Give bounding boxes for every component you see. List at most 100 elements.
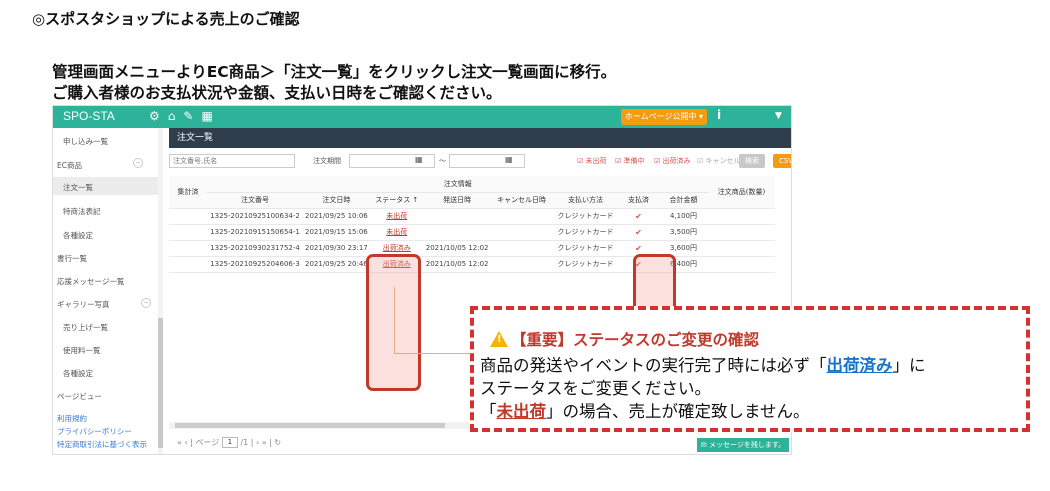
order-date-cell: 2021/09/30 23:17 <box>303 240 370 257</box>
collapse-icon[interactable]: − <box>133 158 143 168</box>
payment-method-cell: クレジットカード <box>552 208 619 225</box>
status-cell[interactable]: 未出荷 <box>369 208 424 225</box>
col-status[interactable]: ステータス ↑ <box>369 192 424 209</box>
callout-title-text: 【重要】ステータスのご変更の確認 <box>511 331 760 349</box>
status-link[interactable]: 出荷済み <box>383 244 411 252</box>
sidebar-item-sales[interactable]: 売り上げ一覧 <box>63 322 108 333</box>
col-order-no[interactable]: 注文番号 <box>207 192 303 209</box>
instruction-line-1: 管理画面メニューよりEC商品＞「注文一覧」をクリックし注文一覧画面に移行。 <box>52 63 617 81</box>
col-total[interactable]: 合計金額 <box>658 192 709 209</box>
filter-cancel-checkbox[interactable]: ☑ キャンセル <box>697 156 741 166</box>
payment-method-cell: クレジットカード <box>552 256 619 273</box>
total-cell: 4,100円 <box>658 208 709 225</box>
info-icon[interactable]: i <box>717 108 721 122</box>
status-cell[interactable]: 未出荷 <box>369 224 424 241</box>
cancel-date-cell <box>490 256 553 273</box>
sidebar-item-events[interactable]: 書行一覧 <box>57 253 87 264</box>
warning-icon: ! <box>490 331 508 347</box>
sidebar-item-ec-products[interactable]: EC商品 <box>57 160 82 171</box>
period-label: 注文期間 <box>313 157 341 165</box>
col-aggregated[interactable]: 集計済 <box>169 176 207 209</box>
dashboard-icon[interactable]: ⚙ <box>149 109 168 123</box>
callout-line-1: 商品の発送やイベントの実行完了時には必ず「出荷済み」に <box>480 352 926 376</box>
table-row[interactable]: 1325-20210915150654-1 2021/09/15 15:06 未… <box>169 224 775 241</box>
paid-cell: ✔ <box>618 224 659 241</box>
home-icon[interactable]: ⌂ <box>168 109 184 123</box>
col-order-date[interactable]: 注文日時 <box>303 192 370 209</box>
sidebar-item-order-list[interactable]: 注文一覧 <box>53 177 158 195</box>
sidebar-item-commerce-law[interactable]: 特商法表記 <box>63 206 101 217</box>
brand-logo[interactable]: SPO-STA <box>63 109 115 123</box>
top-bar: SPO-STA ⚙⌂✎▦ ホームページ公開中 ▾ i ▼ <box>53 106 791 128</box>
status-link[interactable]: 未出荷 <box>386 228 407 236</box>
sidebar-item-fees[interactable]: 使用料一覧 <box>63 345 101 356</box>
orders-table: 集計済 注文情報 注文商品(数量) 注文番号 注文日時 ステータス ↑ 発送日時… <box>169 176 775 273</box>
col-paid[interactable]: 支払済 <box>618 192 659 209</box>
link-commerce-notice[interactable]: 特定商取引法に基づく表示 <box>57 439 147 450</box>
aggregated-cell <box>169 256 207 273</box>
search-button[interactable]: 検索 <box>739 154 765 168</box>
instruction-line-2: ご購入者様のお支払状況や金額、支払い日時をご確認ください。 <box>52 84 502 102</box>
period-end-input[interactable] <box>449 154 525 168</box>
calendar-icon[interactable]: ▦ <box>505 155 513 164</box>
page-total: /1 <box>240 438 249 447</box>
next-page-button[interactable]: › » <box>256 438 267 447</box>
pagination: « ‹ | ページ 1 /1 | › » | ↻ <box>177 437 282 448</box>
sidebar-item-gallery[interactable]: ギャラリー写真 <box>57 299 110 310</box>
col-payment-method[interactable]: 支払い方法 <box>552 192 619 209</box>
check-icon: ✔ <box>635 227 642 237</box>
calendar-icon[interactable]: ▦ <box>415 155 423 164</box>
edit-icon[interactable]: ✎ <box>183 109 201 123</box>
filter-preparing-checkbox[interactable]: ☑ 準備中 <box>615 156 645 166</box>
paid-cell: ✔ <box>618 208 659 225</box>
page-label: ページ <box>195 438 220 447</box>
range-separator: ～ <box>439 157 446 165</box>
calendar-icon[interactable]: ▦ <box>201 109 220 123</box>
group-header-order-info: 注文情報 <box>207 176 709 193</box>
order-no-cell: 1325-20210925100634-2 <box>207 208 303 225</box>
collapse-icon[interactable]: − <box>141 298 151 308</box>
link-terms[interactable]: 利用規約 <box>57 413 87 424</box>
sidebar-item-settings-2[interactable]: 各種設定 <box>63 368 93 379</box>
filter-unshipped-checkbox[interactable]: ☑ 未出荷 <box>577 156 607 166</box>
link-privacy[interactable]: プライバシーポリシー <box>57 426 132 437</box>
cancel-date-cell <box>490 208 553 225</box>
order-search-input[interactable]: 注文番号,氏名 <box>169 154 295 168</box>
col-total-items[interactable]: 注文商品(数量) <box>708 176 775 209</box>
page-number-input[interactable]: 1 <box>221 437 238 448</box>
sidebar-item-messages[interactable]: 応援メッセージ一覧 <box>57 276 124 287</box>
table-row[interactable]: 1325-20210925100634-2 2021/09/25 10:06 未… <box>169 208 775 225</box>
publish-status-button[interactable]: ホームページ公開中 ▾ <box>621 109 707 125</box>
order-date-cell: 2021/09/25 20:46 <box>303 256 370 273</box>
refresh-icon[interactable]: ↻ <box>274 438 281 447</box>
unshipped-status-term: 未出荷 <box>496 402 547 421</box>
horizontal-scroll-thumb[interactable] <box>175 423 445 428</box>
csv-button[interactable]: CSV <box>773 154 791 168</box>
callout-text: 「 <box>480 402 497 421</box>
aggregated-cell <box>169 224 207 241</box>
callout-line-3: 「未出荷」の場合、売上が確定致しません。 <box>480 398 810 422</box>
callout-text: 商品の発送やイベントの実行完了時には必ず「 <box>480 356 827 375</box>
leave-message-button[interactable]: ✉ メッセージを残します。 <box>697 438 789 452</box>
status-link[interactable]: 未出荷 <box>386 212 407 220</box>
sidebar-item-applications[interactable]: 申し込み一覧 <box>63 136 108 147</box>
shipped-status-term: 出荷済み <box>826 356 893 375</box>
items-cell <box>708 224 775 241</box>
ship-date-cell <box>423 208 491 225</box>
sidebar-item-settings[interactable]: 各種設定 <box>63 230 93 241</box>
col-cancel-date[interactable]: キャンセル日時 <box>490 192 553 209</box>
col-ship-date[interactable]: 発送日時 <box>423 192 491 209</box>
sidebar-scroll-thumb[interactable] <box>158 318 163 448</box>
prev-page-button[interactable]: « ‹ <box>177 438 188 447</box>
callout-line-2: ステータスをご変更ください。 <box>480 379 711 398</box>
table-row[interactable]: 1325-20210925204606-3 2021/09/25 20:46 出… <box>169 256 775 273</box>
chevron-down-icon[interactable]: ▼ <box>775 111 782 121</box>
toolbar-icons[interactable]: ⚙⌂✎▦ <box>149 109 221 123</box>
sidebar-item-pageviews[interactable]: ページビュー <box>57 391 102 402</box>
sidebar: 申し込み一覧 EC商品 − 注文一覧 特商法表記 各種設定 書行一覧 応援メッセ… <box>53 128 163 454</box>
filter-shipped-checkbox[interactable]: ☑ 出荷済み <box>654 156 691 166</box>
callout-text: 」に <box>892 356 926 375</box>
order-no-cell: 1325-20210930231752-4 <box>207 240 303 257</box>
table-row[interactable]: 1325-20210930231752-4 2021/09/30 23:17 出… <box>169 240 775 257</box>
ship-date-cell: 2021/10/05 12:02 <box>423 256 491 273</box>
